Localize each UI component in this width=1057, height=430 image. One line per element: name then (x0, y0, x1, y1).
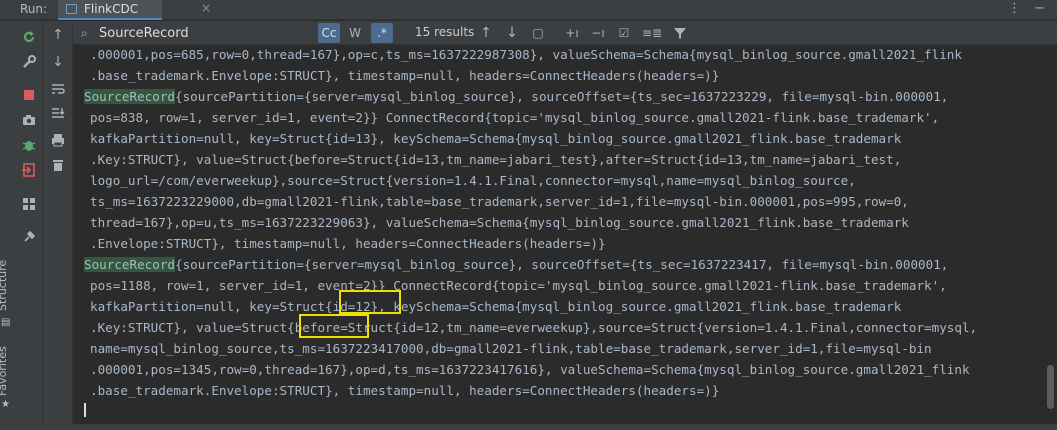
console-line: .Key:STRUCT}, value=Struct{before=Struct… (90, 149, 901, 170)
console-line: logo_url=/com/everweekup},source=Struct{… (90, 170, 856, 191)
console-line: SourceRecord{sourcePartition={server=mys… (84, 254, 948, 275)
console-line-text: .Key:STRUCT}, value=Struct{before=Struct… (90, 320, 978, 335)
console-line-text: .000001,pos=685,row=0,thread=167},op=c,t… (90, 47, 962, 62)
tab-label: FlinkCDC (84, 2, 139, 16)
next-occurrence-icon[interactable]: ↓ (504, 23, 520, 43)
rerun-icon[interactable] (21, 29, 37, 45)
console-line: pos=1188, row=1, server_id=1, event=2}} … (90, 275, 947, 296)
search-input[interactable] (97, 23, 319, 43)
console-line: .000001,pos=1345,row=0,thread=167},op=d,… (90, 359, 970, 380)
console-line-text: name=mysql_binlog_source,ts_ms=163722341… (90, 341, 932, 356)
console-line-text: pos=838, row=1, server_id=1, event=2}} C… (90, 110, 940, 125)
console-line-text: {sourcePartition={server=mysql_binlog_so… (175, 257, 949, 272)
layout-icon[interactable] (21, 196, 37, 212)
exit-icon[interactable] (21, 162, 37, 178)
status-strip (0, 424, 1057, 430)
console-line: .base_trademark.Envelope:STRUCT}, timest… (90, 380, 719, 401)
run-label: Run: (20, 2, 48, 16)
console-line-text: kafkaPartition=null, key=Struct{id=13}, … (90, 131, 902, 146)
text-caret (84, 403, 86, 417)
console-line-text: ts_ms=1637223229000,db=gmall2021-flink,t… (90, 194, 909, 209)
search-match-highlight: SourceRecord (84, 89, 175, 104)
favorites-tab[interactable]: Favorites (0, 346, 9, 396)
run-titlebar: Run: FlinkCDC × ⋮ − (0, 0, 1057, 20)
soft-wrap-icon[interactable] (50, 81, 66, 97)
console-line-text: pos=1188, row=1, server_id=1, event=2}} … (90, 278, 947, 293)
console-line: thread=167},op=u,ts_ms=1637223229063}, v… (90, 212, 909, 233)
highlight-box-key-id (339, 290, 401, 314)
console-line: name=mysql_binlog_source,ts_ms=163722341… (90, 338, 932, 359)
console-line-text: .Key:STRUCT}, value=Struct{before=Struct… (90, 152, 902, 167)
highlight-box-before (299, 314, 369, 338)
console-line: .base_trademark.Envelope:STRUCT}, timest… (90, 65, 719, 86)
console-toolbar: ↑ ↓ (43, 21, 73, 430)
console-line-text: .base_trademark.Envelope:STRUCT}, timest… (90, 383, 720, 398)
select-all-icon[interactable]: ☑ (615, 23, 633, 43)
run-toolbar: Structure Favorites ▤ ★ (0, 21, 43, 430)
console-line: SourceRecord{sourcePartition={server=mys… (84, 86, 948, 107)
console-line-text: .base_trademark.Envelope:STRUCT}, timest… (90, 68, 720, 83)
console-line: kafkaPartition=null, key=Struct{id=12}, … (90, 296, 901, 317)
add-selection-icon[interactable]: +ı (563, 23, 581, 43)
search-match-highlight: SourceRecord (84, 257, 175, 272)
console-line: pos=838, row=1, server_id=1, event=2}} C… (90, 107, 939, 128)
minimize-icon[interactable]: − (1034, 1, 1045, 16)
search-icon: ⌕ (81, 26, 88, 40)
stop-icon[interactable] (21, 87, 37, 103)
scroll-thumb[interactable] (1047, 365, 1054, 409)
arrow-up-icon[interactable]: ↑ (50, 27, 66, 43)
trash-icon[interactable] (50, 157, 66, 173)
console-line-text: kafkaPartition=null, key=Struct{id=12}, … (90, 299, 902, 314)
match-case-button[interactable]: Cc (318, 23, 340, 43)
console-line-text: thread=167},op=u,ts_ms=1637223229063}, v… (90, 215, 909, 230)
structure-tab[interactable]: Structure (0, 260, 9, 311)
search-results-count: 15 results (415, 25, 475, 39)
console-tab-icon (66, 4, 77, 14)
previous-occurrence-icon[interactable]: ↑ (478, 23, 494, 43)
print-icon[interactable] (50, 132, 66, 148)
arrow-down-icon[interactable]: ↓ (50, 54, 66, 70)
console-line: ts_ms=1637223229000,db=gmall2021-flink,t… (90, 191, 909, 212)
more-options-icon[interactable]: ⋮ (1008, 1, 1021, 16)
bug-icon[interactable] (21, 137, 37, 153)
wrench-icon[interactable] (21, 54, 37, 70)
console-line: .000001,pos=685,row=0,thread=167},op=c,t… (90, 45, 962, 65)
console-line-text: .000001,pos=1345,row=0,thread=167},op=d,… (90, 362, 970, 377)
regex-button[interactable]: .* (371, 23, 393, 43)
options-icon[interactable]: ≣ (649, 23, 665, 43)
favorites-star-icon: ★ (1, 399, 10, 410)
structure-icon: ▤ (1, 317, 11, 328)
camera-icon[interactable] (21, 112, 37, 128)
scroll-to-end-icon[interactable] (50, 106, 66, 122)
tab-flinkcdc[interactable]: FlinkCDC × (58, 0, 211, 20)
console-output[interactable]: .000001,pos=685,row=0,thread=167},op=c,t… (74, 45, 1044, 430)
remove-selection-icon[interactable]: −ı (589, 23, 607, 43)
filter-icon[interactable] (673, 23, 687, 43)
whole-word-button[interactable]: W (345, 23, 365, 43)
console-line-text: .Envelope:STRUCT}, timestamp=null, heade… (90, 236, 606, 251)
find-bar: ⌕ Cc W .* 15 results ↑ ↓ ▢ +ı −ı ☑ ≡ ≣ (73, 21, 1057, 45)
console-line: .Envelope:STRUCT}, timestamp=null, heade… (90, 233, 606, 254)
console-line-text: {sourcePartition={server=mysql_binlog_so… (175, 89, 949, 104)
console-scrollbar[interactable] (1044, 45, 1057, 430)
console-line-text: logo_url=/com/everweekup},source=Struct{… (90, 173, 856, 188)
close-icon[interactable]: × (201, 1, 211, 15)
console-line: .Key:STRUCT}, value=Struct{before=Struct… (90, 317, 977, 338)
select-all-occurrences-icon[interactable]: ▢ (530, 23, 546, 43)
pin-icon[interactable] (21, 229, 37, 245)
console-line: kafkaPartition=null, key=Struct{id=13}, … (90, 128, 901, 149)
